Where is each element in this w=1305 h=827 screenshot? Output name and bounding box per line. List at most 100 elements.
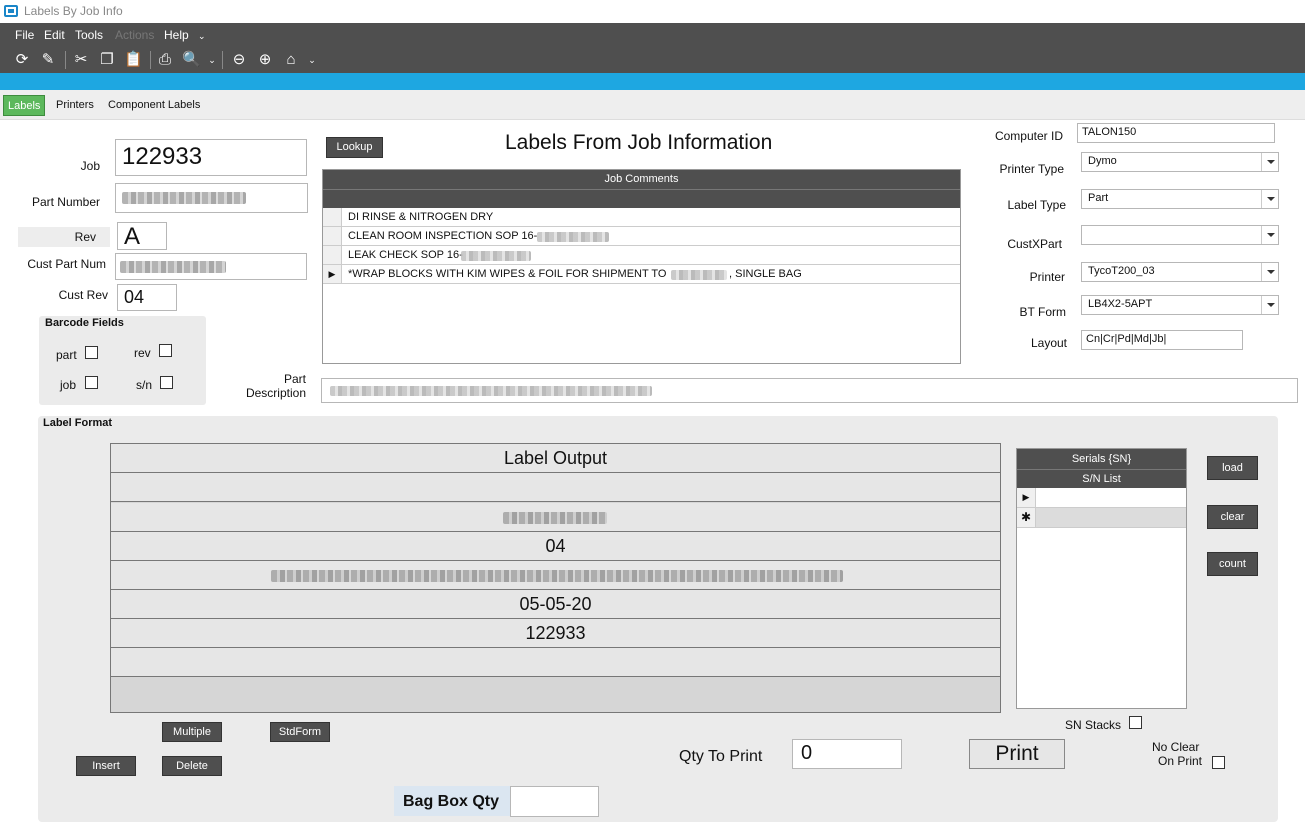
accent-bar: [0, 73, 1305, 90]
clear-button[interactable]: clear: [1207, 505, 1258, 529]
label-output-row[interactable]: [111, 561, 1000, 590]
dropdown-icon[interactable]: ⌄: [203, 51, 221, 69]
print-icon[interactable]: ⎙: [156, 51, 174, 69]
barcode-rev-label: rev: [134, 346, 151, 360]
bag-box-qty-label: Bag Box Qty: [403, 793, 500, 810]
cust-part-num-label: Cust Part Num: [27, 257, 106, 271]
part-number-label: Part Number: [31, 195, 100, 209]
menu-tools[interactable]: Tools: [75, 28, 103, 42]
sn-stacks-checkbox[interactable]: [1129, 716, 1142, 729]
comment-row[interactable]: ▶ *WRAP BLOCKS WITH KIM WIPES & FOIL FOR …: [323, 265, 960, 284]
chevron-down-icon[interactable]: [1261, 153, 1278, 171]
part-number-input[interactable]: [115, 183, 308, 213]
forward-icon[interactable]: ⊕: [256, 51, 274, 69]
load-button[interactable]: load: [1207, 456, 1258, 480]
layout-input[interactable]: Cn|Cr|Pd|Md|Jb|: [1081, 330, 1243, 350]
barcode-job-label: job: [60, 378, 77, 392]
tab-printers[interactable]: Printers: [52, 95, 98, 116]
menu-file[interactable]: File: [15, 28, 34, 42]
copy-icon[interactable]: ❐: [98, 51, 116, 69]
print-button[interactable]: Print: [969, 739, 1065, 769]
refresh-icon[interactable]: ⟳: [13, 51, 31, 69]
print-preview-icon[interactable]: 🔍: [182, 51, 201, 69]
barcode-fields-title: Barcode Fields: [45, 317, 124, 329]
barcode-job-checkbox[interactable]: [85, 376, 98, 389]
custxpart-select[interactable]: [1081, 225, 1279, 245]
label-output-row[interactable]: [111, 503, 1000, 532]
sn-stacks-label: SN Stacks: [1065, 718, 1122, 732]
label-output-header: Label Output: [111, 444, 1000, 473]
menu-help[interactable]: Help: [164, 28, 189, 42]
printer-select[interactable]: TycoT200_03: [1081, 262, 1279, 282]
tab-component-labels[interactable]: Component Labels: [104, 95, 204, 116]
dropdown-icon[interactable]: ⌄: [303, 51, 321, 69]
menu-bar: File Edit Tools Actions Help ⌄ ⟳ ✎ ✂ ❐ 📋…: [0, 23, 1305, 73]
layout-label: Layout: [1030, 336, 1067, 350]
menu-edit[interactable]: Edit: [44, 28, 65, 42]
label-output-row[interactable]: 05-05-20: [111, 590, 1000, 619]
part-description-label: Part Description: [245, 372, 306, 400]
label-output-row[interactable]: 04: [111, 532, 1000, 561]
delete-button[interactable]: Delete: [162, 756, 222, 776]
menu-overflow-icon[interactable]: ⌄: [198, 31, 206, 42]
paste-icon[interactable]: 📋: [124, 51, 143, 69]
comment-row[interactable]: LEAK CHECK SOP 16-: [323, 246, 960, 265]
printer-type-label: Printer Type: [999, 162, 1064, 176]
sn-row[interactable]: ▶: [1017, 488, 1186, 508]
serials-header: Serials {SN}: [1017, 449, 1186, 469]
tab-strip: Labels Printers Component Labels: [0, 90, 1305, 120]
barcode-part-checkbox[interactable]: [85, 346, 98, 359]
sn-new-row[interactable]: ✱: [1017, 508, 1186, 528]
label-type-label: Label Type: [1007, 198, 1067, 212]
label-output-grid: Label Output 04 05-05-20 122933: [110, 443, 1001, 713]
chevron-down-icon[interactable]: [1261, 226, 1278, 244]
chevron-down-icon[interactable]: [1261, 263, 1278, 281]
label-output-row[interactable]: [111, 648, 1000, 677]
cust-rev-input[interactable]: 04: [117, 284, 177, 311]
cust-rev-label: Cust Rev: [58, 288, 108, 302]
printer-label: Printer: [1029, 270, 1065, 284]
comment-row[interactable]: DI RINSE & NITROGEN DRY: [323, 208, 960, 227]
clear-brush-icon[interactable]: ✎: [39, 51, 57, 69]
qty-to-print-label: Qty To Print: [679, 748, 763, 765]
stdform-button[interactable]: StdForm: [270, 722, 330, 742]
back-icon[interactable]: ⊖: [230, 51, 248, 69]
bag-box-qty-input[interactable]: [510, 786, 599, 817]
no-clear-on-print-checkbox[interactable]: [1212, 756, 1225, 769]
chevron-down-icon[interactable]: [1261, 190, 1278, 208]
computer-id-input[interactable]: TALON150: [1077, 123, 1275, 143]
multiple-button[interactable]: Multiple: [162, 722, 222, 742]
bt-form-select[interactable]: LB4X2-5APT: [1081, 295, 1279, 315]
tab-labels[interactable]: Labels: [3, 95, 46, 116]
label-type-select[interactable]: Part: [1081, 189, 1279, 209]
insert-button[interactable]: Insert: [76, 756, 136, 776]
custxpart-label: CustXPart: [1007, 237, 1062, 251]
rev-input[interactable]: A: [117, 222, 167, 250]
lookup-button[interactable]: Lookup: [326, 137, 383, 158]
serials-grid: Serials {SN} S/N List ▶ ✱: [1016, 448, 1187, 709]
label-output-row[interactable]: 122933: [111, 619, 1000, 648]
part-description-input[interactable]: [321, 378, 1298, 403]
printer-type-select[interactable]: Dymo: [1081, 152, 1279, 172]
cust-part-num-input[interactable]: [115, 253, 307, 280]
bt-form-label: BT Form: [1019, 305, 1066, 319]
computer-id-label: Computer ID: [994, 129, 1063, 143]
label-output-row[interactable]: [111, 473, 1000, 502]
job-comments-grid: Job Comments DI RINSE & NITROGEN DRY CLE…: [322, 169, 961, 364]
barcode-sn-checkbox[interactable]: [160, 376, 173, 389]
count-button[interactable]: count: [1207, 552, 1258, 576]
rev-label: Rev: [74, 230, 96, 244]
label-format-title: Label Format: [43, 417, 113, 429]
no-clear-label: No Clear: [1152, 740, 1200, 754]
window-title: Labels By Job Info: [24, 4, 123, 18]
chevron-down-icon[interactable]: [1261, 296, 1278, 314]
job-input[interactable]: 122933: [115, 139, 307, 176]
home-icon[interactable]: ⌂: [282, 51, 300, 69]
sn-list-header: S/N List: [1017, 469, 1186, 488]
menu-actions[interactable]: Actions: [115, 28, 154, 42]
barcode-rev-checkbox[interactable]: [159, 344, 172, 357]
cut-icon[interactable]: ✂: [72, 51, 90, 69]
barcode-fields-group: Barcode Fields part rev job s/n: [39, 316, 206, 405]
comment-row[interactable]: CLEAN ROOM INSPECTION SOP 16-: [323, 227, 960, 246]
qty-to-print-input[interactable]: 0: [792, 739, 902, 769]
